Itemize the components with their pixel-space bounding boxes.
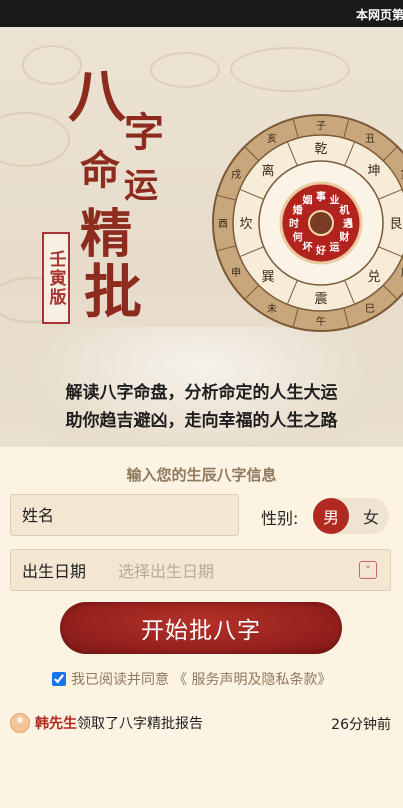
- wheel-inner-char: 震: [314, 292, 327, 307]
- wheel-center-char: 好: [315, 244, 326, 257]
- wheel-center-char: 机: [339, 204, 349, 217]
- avatar: [10, 713, 30, 733]
- gender-label: 性别:: [261, 509, 299, 528]
- title-char: 八: [68, 62, 127, 130]
- cloud-decoration: [150, 52, 220, 88]
- birth-date-select[interactable]: 出生日期 选择出生日期 ˅: [10, 549, 391, 591]
- chevron-down-icon[interactable]: ˅: [359, 561, 377, 579]
- wheel-outer-char: 丑: [365, 134, 375, 145]
- wheel-outer-char: 子: [316, 120, 326, 132]
- hero-banner-carousel[interactable]: 八 字 命 运 精 批 壬寅版 子丑寅卯辰巳午未申酉戌亥乾坤艮兑震巽坎离事业机遇…: [0, 27, 403, 447]
- wheel-outer-char: 戌: [231, 168, 241, 181]
- wheel-center-char: 何: [293, 231, 303, 244]
- wheel-outer-char: 未: [267, 303, 277, 315]
- subtitle-line-2: 助你趋吉避凶，走向幸福的人生之路: [65, 411, 338, 431]
- wheel-center-char: 坏: [303, 241, 313, 253]
- gender-toggle[interactable]: 男 女: [313, 498, 389, 534]
- name-field[interactable]: [10, 494, 239, 536]
- title-char: 运: [124, 166, 158, 206]
- title-char: 命: [80, 147, 120, 194]
- wheel-inner-char: 巽: [261, 270, 274, 285]
- wheel-inner-char: 离: [261, 163, 274, 179]
- marquee-text: 本网页第: [356, 8, 403, 22]
- bagua-wheel: 子丑寅卯辰巳午未申酉戌亥乾坤艮兑震巽坎离事业机遇财运好坏何时婚姻: [212, 114, 403, 332]
- wheel-outer-char: 酉: [218, 219, 228, 230]
- title-char: 精: [80, 204, 133, 265]
- birth-date-label: 出生日期: [22, 562, 87, 581]
- next-arrow-icon[interactable]: ›: [307, 441, 314, 447]
- prev-arrow-icon[interactable]: ‹: [82, 441, 89, 447]
- wheel-outer-char: 亥: [267, 132, 277, 145]
- agree-text: 我已阅读并同意: [71, 672, 169, 688]
- title-char: 批: [84, 258, 143, 326]
- agreement-row: 我已阅读并同意 《 服务声明及隐私条款》: [52, 669, 331, 689]
- terms-link[interactable]: 《 服务声明及隐私条款》: [173, 669, 331, 689]
- wheel-inner-char: 兑: [368, 270, 381, 285]
- wheel-center-char: 事: [316, 190, 326, 203]
- wheel-center-char: 业: [330, 194, 340, 207]
- top-notice-bar: 本网页第: [0, 0, 403, 27]
- wheel-inner-char: 坎: [239, 217, 252, 232]
- wheel-outer-char: 午: [316, 315, 326, 328]
- wheel-inner-char: 乾: [314, 142, 327, 157]
- notice-time: 26分钟前: [331, 717, 391, 733]
- form-section-title: 输入您的生辰八字信息: [126, 466, 277, 484]
- title-char: 字: [124, 109, 164, 156]
- start-reading-button[interactable]: 开始批八字: [60, 602, 342, 654]
- edition-seal: 壬寅版: [42, 232, 70, 324]
- gender-male-option[interactable]: 男: [313, 498, 349, 534]
- carousel-pager: ‹ ›: [0, 441, 403, 447]
- gender-female-option[interactable]: 女: [353, 498, 389, 534]
- recent-activity-notice: 韩先生 领取了八字精批报告 26分钟前: [10, 711, 391, 735]
- wheel-center-char: 姻: [302, 194, 313, 207]
- wheel-center-char: 遇: [343, 217, 353, 230]
- wheel-outer-char: 申: [231, 266, 241, 279]
- wheel-center-char: 时: [289, 217, 299, 230]
- subtitle-line-1: 解读八字命盘，分析命定的人生大运: [65, 383, 338, 403]
- cloud-decoration: [230, 47, 350, 92]
- wheel-outer-char: 巳: [365, 303, 375, 315]
- notice-message: 领取了八字精批报告: [77, 716, 203, 732]
- wheel-inner-char: 坤: [368, 164, 381, 179]
- wheel-hub: [308, 210, 334, 236]
- wheel-center-char: 财: [338, 231, 349, 244]
- wheel-center-char: 婚: [293, 204, 303, 217]
- wheel-inner-char: 艮: [389, 217, 402, 232]
- notice-user: 韩先生: [35, 716, 77, 732]
- wheel-center-char: 运: [330, 241, 340, 253]
- name-input[interactable]: [22, 505, 238, 525]
- birth-date-placeholder: 选择出生日期: [118, 562, 215, 581]
- agree-checkbox[interactable]: [52, 672, 66, 686]
- banner-subtitle: 解读八字命盘，分析命定的人生大运 助你趋吉避凶，走向幸福的人生之路: [0, 379, 403, 435]
- cloud-decoration: [0, 112, 70, 167]
